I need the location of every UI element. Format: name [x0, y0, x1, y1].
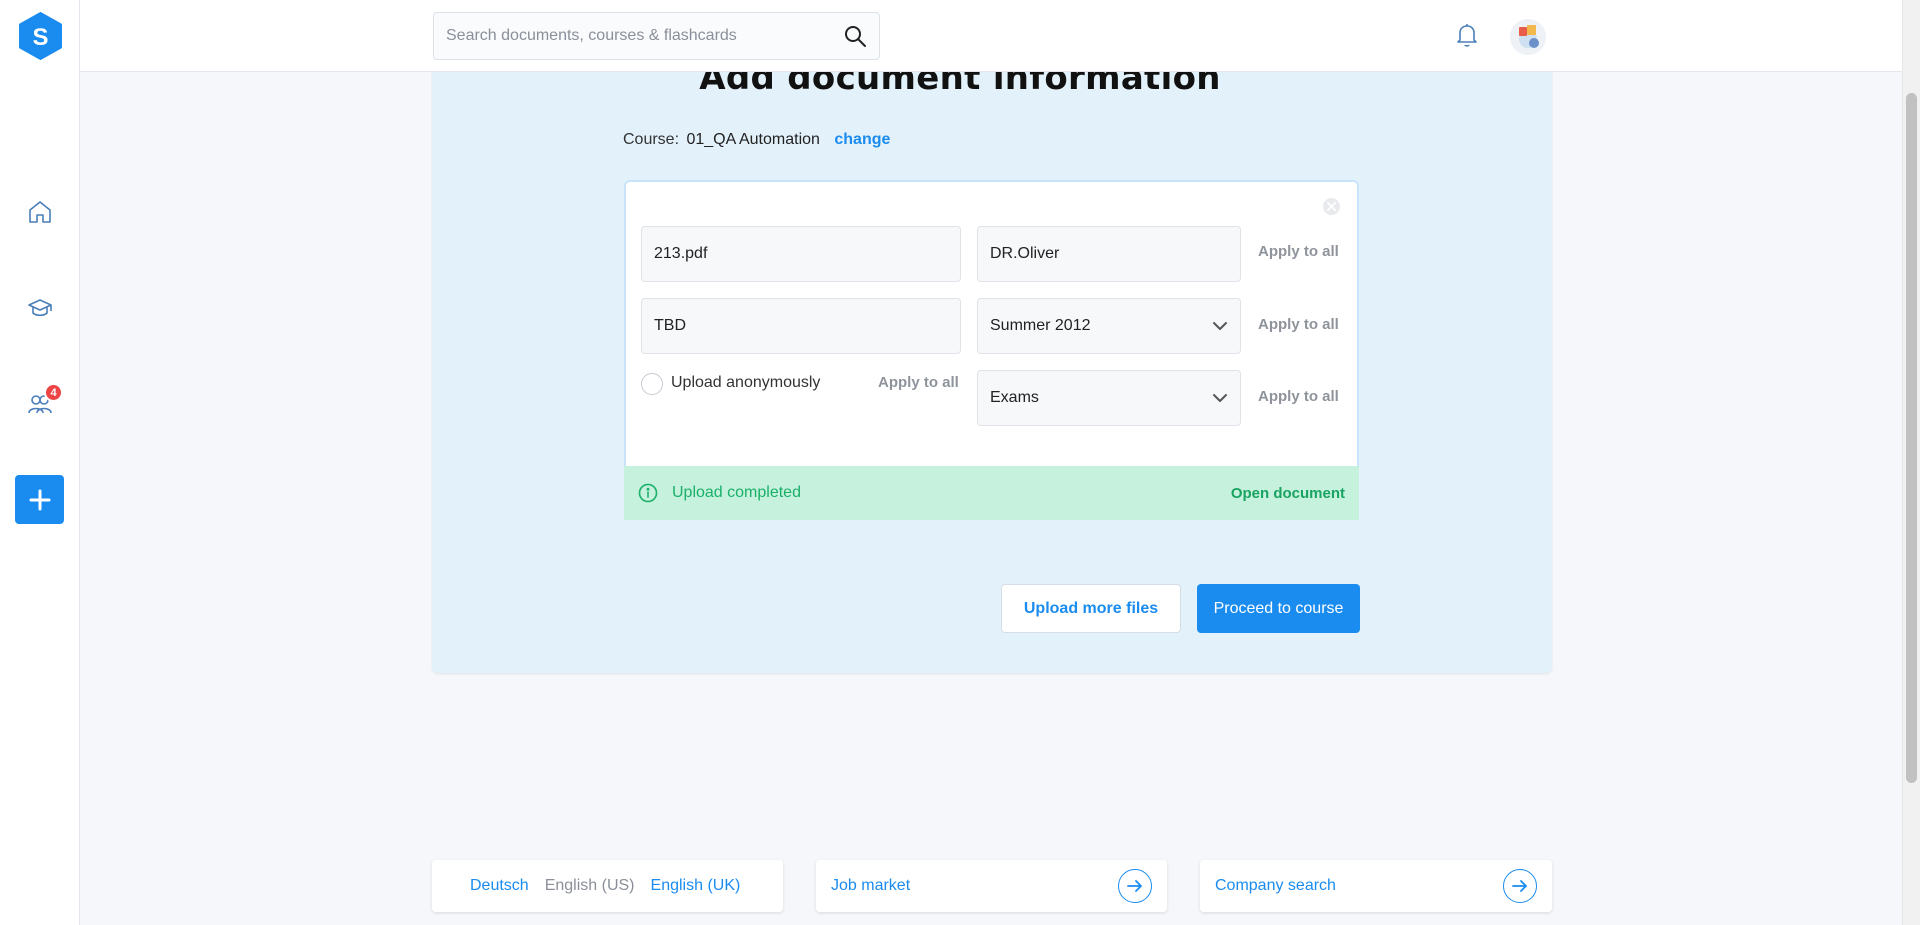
upload-status-text: Upload completed	[672, 484, 801, 501]
search-input[interactable]	[446, 27, 843, 45]
svg-text:S: S	[32, 24, 48, 51]
company-search-card[interactable]: Company search	[1200, 860, 1552, 912]
notifications-button[interactable]	[1455, 22, 1479, 53]
professor-value: DR.Oliver	[990, 245, 1060, 262]
notification-badge: 4	[44, 383, 63, 402]
apply-to-all-professor[interactable]: Apply to all	[1258, 243, 1339, 260]
remove-document-button[interactable]	[1323, 198, 1340, 215]
nav-courses[interactable]	[24, 292, 56, 324]
proceed-to-course-button[interactable]: Proceed to course	[1197, 584, 1360, 633]
file-name-value: 213.pdf	[654, 245, 708, 262]
job-market-card[interactable]: Job market	[816, 860, 1167, 912]
language-switcher: Deutsch English (US) English (UK)	[432, 860, 783, 912]
arrow-right-icon	[1127, 880, 1142, 892]
apply-to-all-doctype[interactable]: Apply to all	[1258, 388, 1339, 405]
open-document-link[interactable]: Open document	[1231, 485, 1345, 502]
chevron-down-icon	[1213, 394, 1227, 402]
document-type-value: Exams	[990, 389, 1039, 406]
upload-status-bar: Upload completed Open document	[624, 466, 1359, 520]
plus-icon	[29, 489, 50, 510]
apply-to-all-anonymous[interactable]: Apply to all	[878, 374, 959, 391]
language-english-uk[interactable]: English (UK)	[651, 877, 741, 895]
semester-value: Summer 2012	[990, 317, 1091, 334]
bell-icon	[1457, 24, 1477, 47]
graduation-cap-icon	[28, 299, 52, 317]
home-icon	[29, 201, 51, 223]
company-search-link[interactable]: Company search	[1215, 877, 1336, 895]
job-market-link[interactable]: Job market	[831, 877, 910, 895]
scrollbar-thumb[interactable]	[1906, 93, 1917, 783]
upload-anonymously-radio[interactable]	[641, 373, 663, 395]
apply-to-all-semester[interactable]: Apply to all	[1258, 316, 1339, 333]
change-course-link[interactable]: change	[834, 131, 890, 148]
title-value: TBD	[654, 317, 686, 334]
language-english-us[interactable]: English (US)	[545, 877, 635, 895]
chevron-down-icon	[1213, 322, 1227, 330]
file-name-field[interactable]: 213.pdf	[641, 226, 961, 282]
semester-select[interactable]: Summer 2012	[977, 298, 1241, 354]
close-icon	[1327, 202, 1336, 211]
topbar	[80, 0, 1902, 72]
sidebar: S 4	[0, 0, 80, 925]
document-type-select[interactable]: Exams	[977, 370, 1241, 426]
nav-studylists[interactable]: 4	[24, 383, 63, 420]
job-market-arrow[interactable]	[1118, 869, 1152, 903]
avatar[interactable]	[1510, 19, 1546, 55]
course-name: 01_QA Automation	[686, 131, 820, 148]
studocu-logo[interactable]: S	[18, 12, 63, 60]
company-search-arrow[interactable]	[1503, 869, 1537, 903]
arrow-right-icon	[1512, 880, 1527, 892]
add-button[interactable]	[15, 475, 64, 524]
course-line: Course: 01_QA Automation change	[623, 131, 890, 149]
course-label: Course:	[623, 131, 680, 148]
nav-home[interactable]	[24, 196, 56, 228]
info-icon	[638, 483, 658, 503]
language-deutsch[interactable]: Deutsch	[470, 877, 529, 895]
search-icon[interactable]	[843, 24, 867, 48]
upload-anonymously-label: Upload anonymously	[671, 374, 821, 391]
professor-field[interactable]: DR.Oliver	[977, 226, 1241, 282]
search-box[interactable]	[433, 12, 880, 60]
upload-more-files-button[interactable]: Upload more files	[1001, 584, 1181, 633]
title-field[interactable]: TBD	[641, 298, 961, 354]
